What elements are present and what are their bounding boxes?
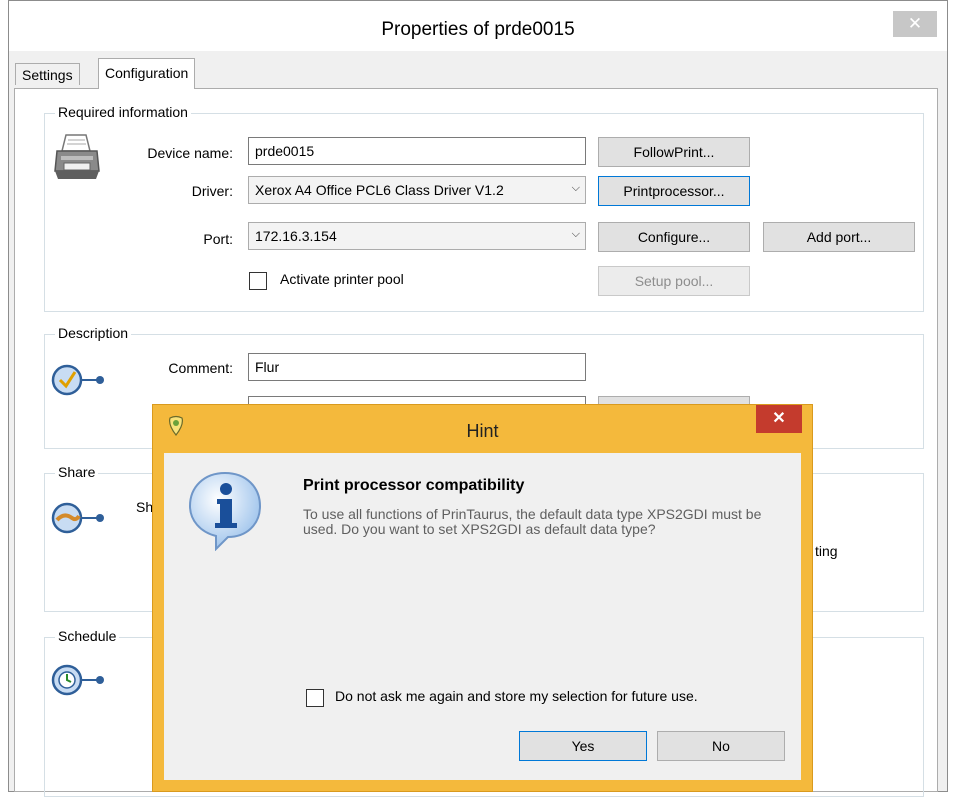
add-port-button[interactable]: Add port... — [763, 222, 915, 252]
tab-configuration[interactable]: Configuration — [98, 58, 196, 89]
hint-title: Hint — [466, 421, 499, 441]
followprint-button[interactable]: FollowPrint... — [598, 137, 750, 167]
chevron-down-icon: ⌵ — [571, 182, 580, 194]
printprocessor-button[interactable]: Printprocessor... — [598, 176, 750, 206]
hint-close-button[interactable]: ✕ — [756, 405, 802, 433]
schedule-label: Schedule — [55, 628, 120, 644]
required-information-label: Required information — [55, 104, 191, 120]
hint-message: To use all functions of PrinTaurus, the … — [303, 506, 762, 537]
window-close-button[interactable]: ✕ — [893, 11, 937, 37]
device-name-input[interactable]: prde0015 — [248, 137, 586, 165]
activate-printer-pool-checkbox[interactable] — [249, 272, 267, 290]
driver-select[interactable]: Xerox A4 Office PCL6 Class Driver V1.2 ⌵ — [248, 176, 586, 204]
title-bar[interactable]: Properties of prde0015 ✕ — [9, 1, 947, 51]
driver-label: Driver: — [191, 183, 233, 199]
share-partial-text: Sh — [136, 499, 154, 515]
tab-settings[interactable]: Settings — [15, 63, 80, 85]
activate-printer-pool-label: Activate printer pool — [280, 271, 404, 287]
yes-button[interactable]: Yes — [519, 731, 647, 761]
printer-icon — [54, 134, 100, 179]
chevron-down-icon: ⌵ — [571, 228, 580, 240]
share-partial-right-text: ting — [815, 543, 838, 559]
dont-ask-again-checkbox[interactable] — [306, 689, 324, 707]
configure-button[interactable]: Configure... — [598, 222, 750, 252]
setup-pool-button[interactable]: Setup pool... — [598, 266, 750, 296]
window-title: Properties of prde0015 — [381, 19, 575, 40]
schedule-icon — [51, 664, 104, 696]
no-button[interactable]: No — [657, 731, 785, 761]
port-select[interactable]: 172.16.3.154 ⌵ — [248, 222, 586, 250]
hint-dialog: Hint ✕ Print processor compatibility To … — [152, 404, 813, 792]
share-label: Share — [55, 464, 99, 480]
device-name-label: Device name: — [147, 145, 233, 161]
driver-select-value: Xerox A4 Office PCL6 Class Driver V1.2 — [255, 182, 504, 198]
description-label: Description — [55, 325, 132, 341]
dont-ask-again-label: Do not ask me again and store my selecti… — [335, 688, 698, 704]
hint-body: Print processor compatibility To use all… — [164, 453, 801, 780]
share-icon — [51, 502, 104, 534]
info-icon — [188, 471, 262, 551]
port-label: Port: — [203, 231, 233, 247]
comment-label: Comment: — [168, 360, 233, 376]
hint-heading: Print processor compatibility — [303, 477, 525, 494]
port-select-value: 172.16.3.154 — [255, 228, 337, 244]
comment-input[interactable]: Flur — [248, 353, 586, 381]
